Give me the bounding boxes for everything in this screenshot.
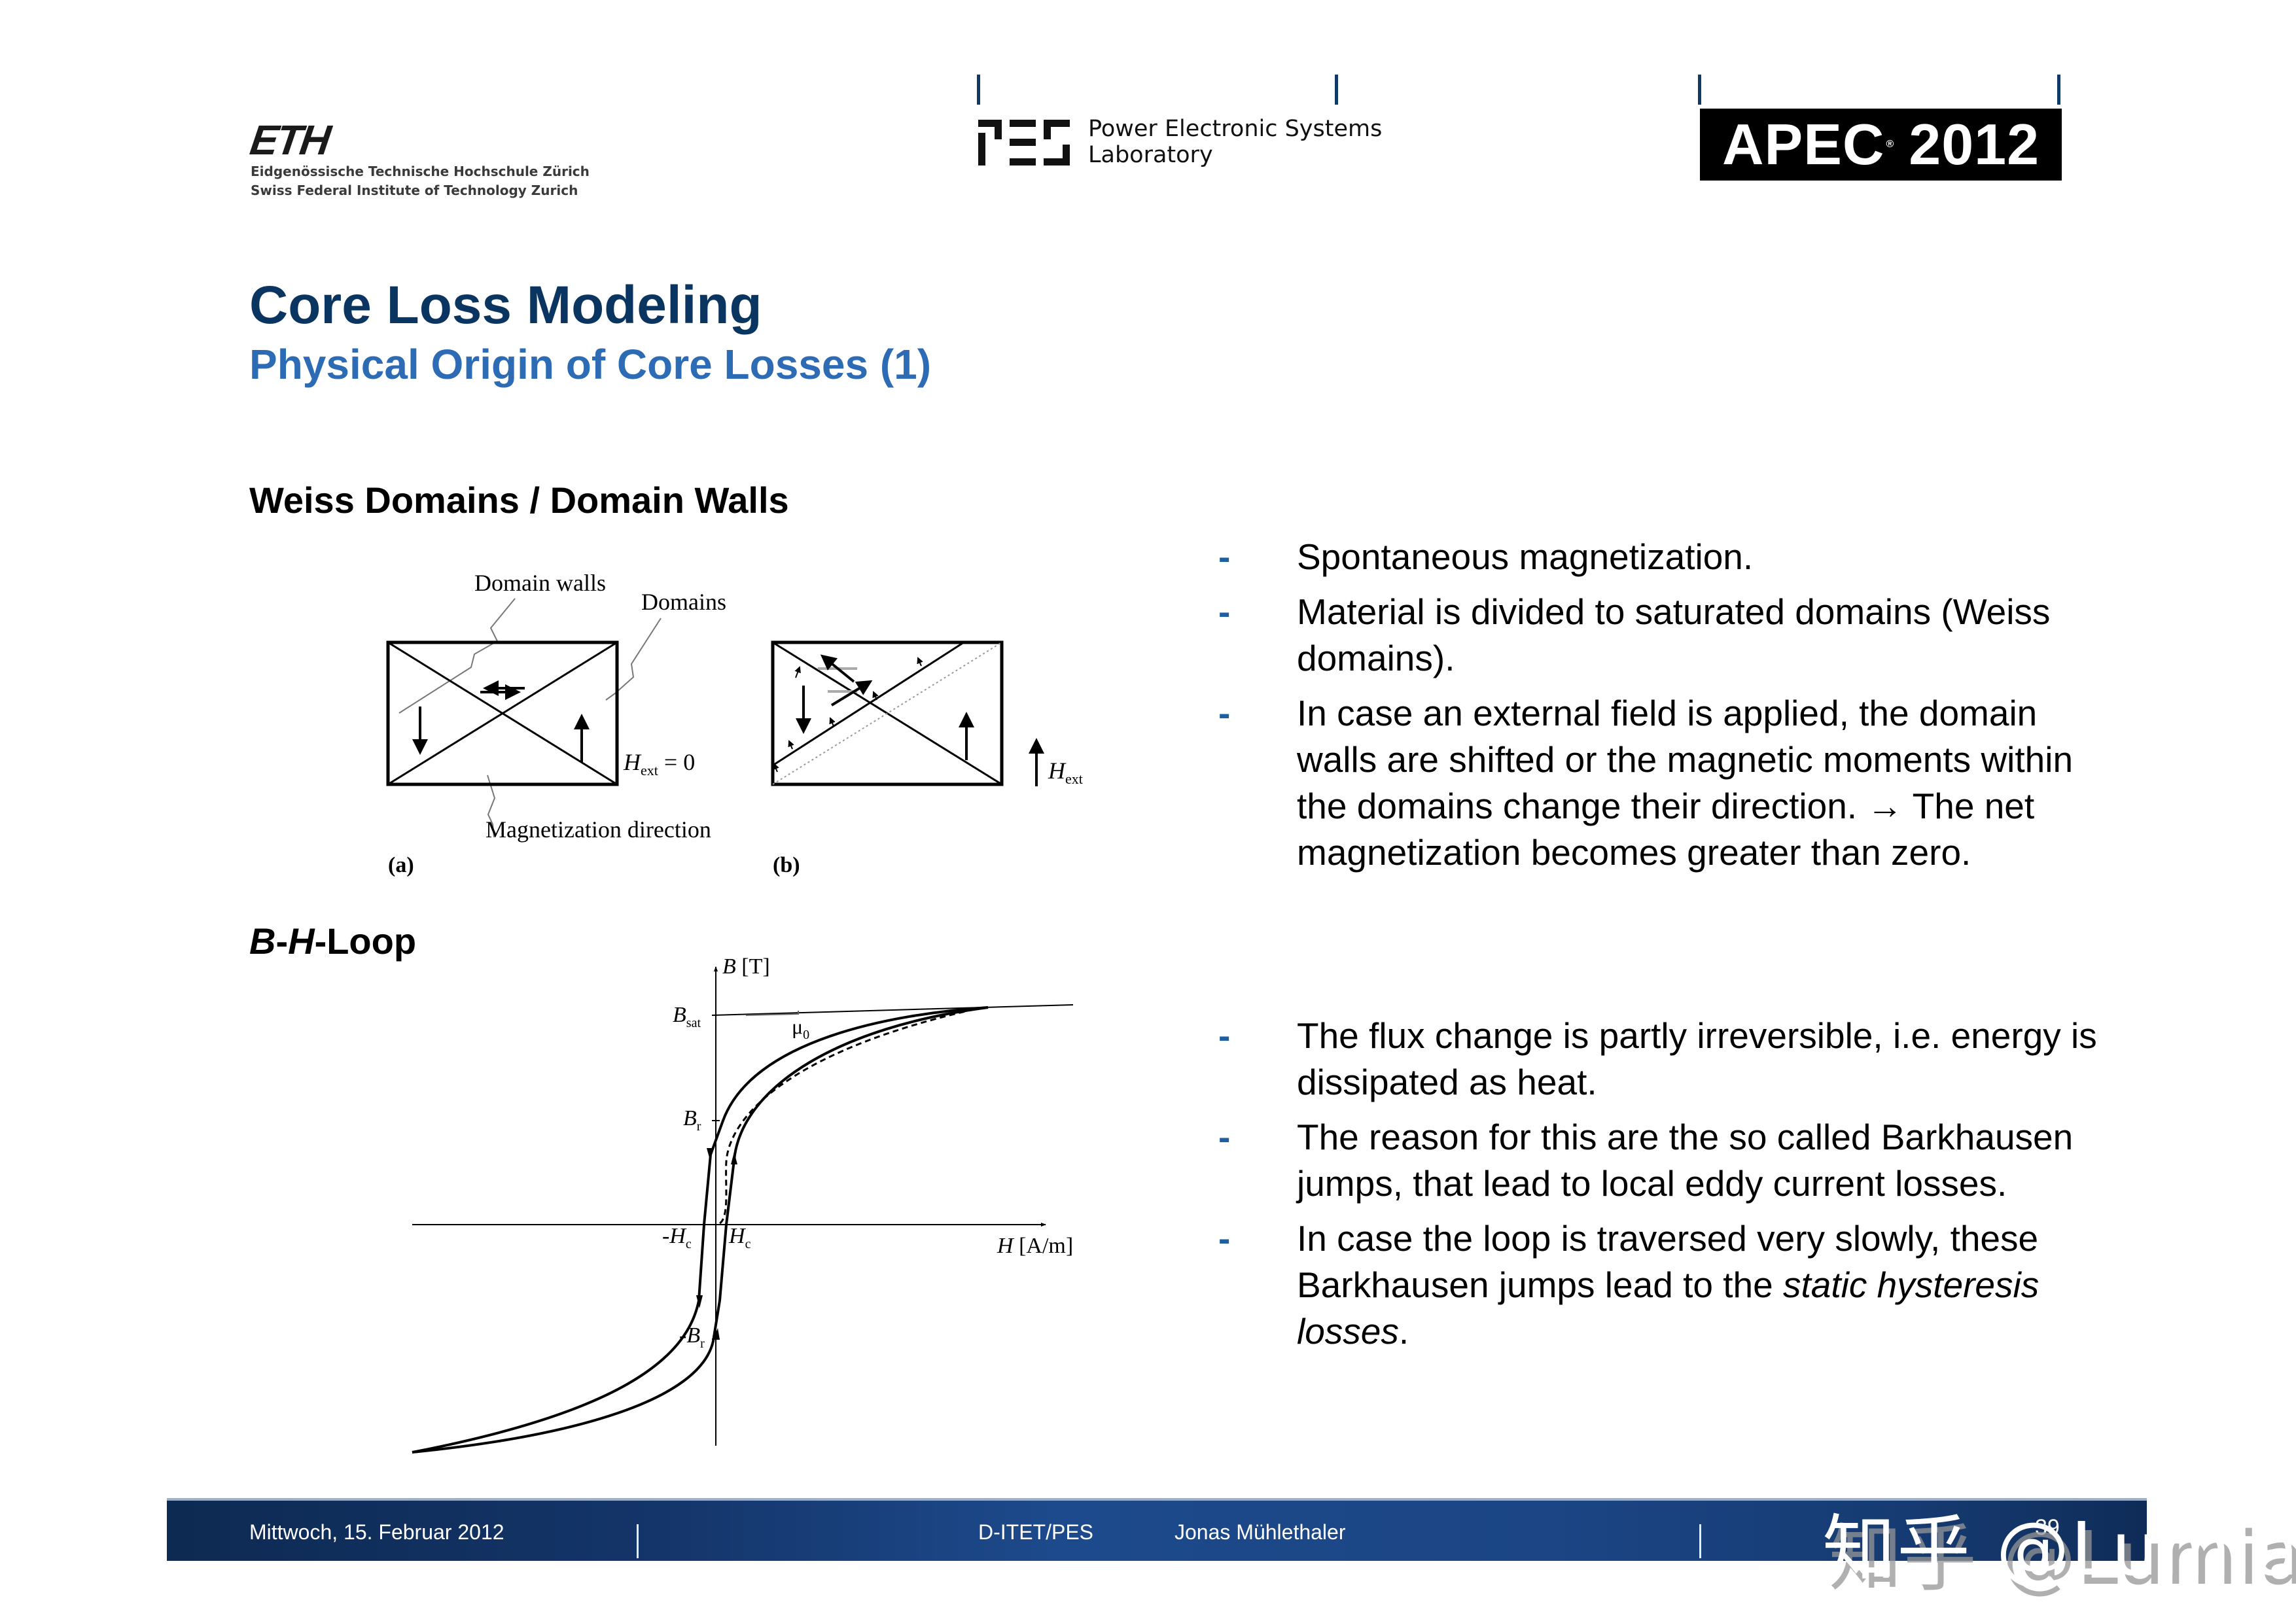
bullet-list-hysteresis: - The flux change is partly irreversible… [1216, 1013, 2119, 1363]
watermark: 知乎 @Lumia [1822, 1507, 2296, 1592]
header-divider [977, 75, 980, 105]
registered-mark: ® [1886, 139, 1895, 150]
descending-branch [412, 1006, 989, 1454]
eth-name-english: Swiss Federal Institute of Technology Zu… [251, 183, 578, 198]
label-hext: Hext [1048, 758, 1083, 787]
bullet-text-end: . [1398, 1311, 1409, 1352]
bullet-item: - In case the loop is traversed very slo… [1216, 1215, 2119, 1355]
arrow-ascending-upper [731, 1152, 737, 1164]
apec-year: 2012 [1909, 112, 2040, 177]
label-hext-zero: Hext = 0 [623, 749, 695, 778]
section-heading-weiss-domains: Weiss Domains / Domain Walls [249, 480, 789, 521]
bullet-item: - The reason for this are the so called … [1216, 1114, 2119, 1207]
arrow-descending-upper [707, 1148, 713, 1160]
domain-box-b [771, 640, 1004, 786]
saturation-line [711, 1004, 1074, 1016]
h-symbol: H [288, 920, 315, 962]
bullet-dash: - [1218, 1117, 1231, 1157]
header-divider [1335, 75, 1338, 105]
weiss-domain-figure: Domain walls Domains Hext = 0 Magnetizat… [386, 570, 1083, 877]
hyphen: - [275, 920, 289, 962]
slide-subtitle: Physical Origin of Core Losses (1) [249, 341, 932, 388]
mu0-label: μ0 [792, 1015, 809, 1042]
implies-arrow-icon: → [1867, 786, 1903, 826]
bullet-text: The flux change is partly irreversible, … [1297, 1015, 2097, 1102]
leader-line-domains [605, 618, 662, 701]
bullet-dash: - [1218, 591, 1231, 632]
label-domain-walls: Domain walls [474, 570, 606, 596]
bullet-item: - In case an external field is applied, … [1216, 690, 2119, 876]
bullet-item: - The flux change is partly irreversible… [1216, 1013, 2119, 1106]
neg-hc-label: -Hc [662, 1224, 692, 1251]
footer-date: Mittwoch, 15. Februar 2012 [249, 1520, 504, 1544]
pes-name-line1: Power Electronic Systems [1088, 116, 1383, 142]
slide-title: Core Loss Modeling [249, 275, 762, 335]
header-divider [2057, 75, 2060, 105]
footer-author: Jonas Mühlethaler [1174, 1520, 1346, 1544]
bullet-item: - Material is divided to saturated domai… [1216, 589, 2119, 682]
leader-line-domain-walls [398, 598, 516, 714]
bullet-text: The reason for this are the so called Ba… [1297, 1117, 2074, 1204]
bullet-item: - Spontaneous magnetization. [1216, 534, 2119, 580]
bullet-dash: - [1218, 1015, 1231, 1056]
caption-a: (a) [388, 853, 414, 877]
hc-label: Hc [728, 1224, 751, 1251]
label-magnetization-direction: Magnetization direction [486, 816, 711, 843]
bullet-dash: - [1218, 693, 1231, 733]
ascending-branch [412, 1006, 989, 1454]
label-domains: Domains [641, 589, 726, 615]
bsat-label: Bsat [673, 1003, 701, 1030]
eth-logo: ETH [247, 116, 332, 164]
h-axis-label: H [A/m] [997, 1234, 1073, 1258]
bh-loop-figure: B [T] H [A/m] Bsat μ0 Br -Br Hc -Hc [412, 955, 1074, 1454]
footer-divider [1699, 1524, 1701, 1558]
footer-department: D-ITET/PES [978, 1520, 1094, 1544]
apec-logo: APEC ® 2012 [1700, 109, 2062, 181]
apec-name: APEC [1722, 112, 1885, 177]
header-divider [1698, 75, 1701, 105]
b-axis-label: B [T] [722, 955, 770, 979]
initial-magnetization-curve [718, 1009, 969, 1225]
bullet-list-domains: - Spontaneous magnetization. - Material … [1216, 534, 2119, 884]
caption-b: (b) [773, 853, 800, 877]
bullet-dash: - [1218, 1218, 1231, 1259]
domain-box-a [386, 640, 619, 786]
bullet-text: Material is divided to saturated domains… [1297, 591, 2051, 678]
b-symbol: B [249, 920, 276, 962]
bullet-dash: - [1218, 536, 1231, 577]
eth-name-german: Eidgenössische Technische Hochschule Zür… [251, 164, 590, 179]
br-label: Br [683, 1106, 701, 1134]
bullet-text: Spontaneous magnetization. [1297, 536, 1754, 577]
pes-name-line2: Laboratory [1088, 142, 1213, 168]
footer-divider [637, 1524, 639, 1558]
pes-logo-icon [978, 120, 1070, 166]
neg-br-label: -Br [679, 1323, 705, 1351]
